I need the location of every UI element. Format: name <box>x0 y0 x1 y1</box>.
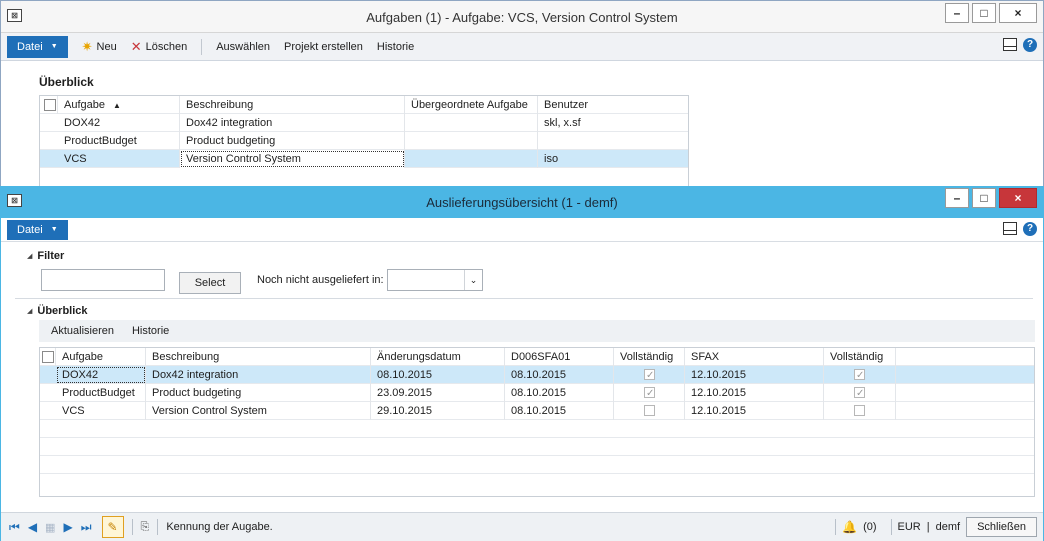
notification-bell-icon[interactable]: 🔔 <box>842 520 857 534</box>
column-header-aufgabe[interactable]: Aufgabe ▲ <box>58 96 180 114</box>
tasks-grid: Aufgabe ▲ Beschreibung Übergeordnete Aufg… <box>39 95 689 187</box>
table-row-selected[interactable]: DOX42 Dox42 integration 08.10.2015 08.10… <box>40 366 1034 384</box>
history-button[interactable]: Historie <box>132 325 169 337</box>
complete-checkbox[interactable] <box>854 367 865 384</box>
history-button[interactable]: Historie <box>377 41 414 53</box>
select-button[interactable]: Auswählen <box>216 41 270 53</box>
complete-checkbox[interactable] <box>644 385 655 402</box>
delivery-overview-window: ⊠ Auslieferungsübersicht (1 - demf) – □ … <box>0 186 1044 541</box>
table-row[interactable]: VCS Version Control System 29.10.2015 08… <box>40 402 1034 420</box>
chevron-down-icon: ▼ <box>50 225 58 233</box>
notification-count[interactable]: (0) <box>863 521 876 533</box>
select-all-checkbox[interactable] <box>44 99 56 111</box>
attachment-icon[interactable]: ⎘ <box>141 521 150 534</box>
delivery-titlebar[interactable]: ⊠ Auslieferungsübersicht (1 - demf) – □ … <box>1 186 1043 218</box>
filter-text-input[interactable] <box>41 269 165 291</box>
next-record-icon[interactable]: ▶ <box>63 520 72 534</box>
minimize-button[interactable]: – <box>945 3 969 23</box>
overview-section-title: Überblick <box>39 75 94 89</box>
column-header-d006sfa01[interactable]: D006SFA01 <box>505 348 614 366</box>
section-divider <box>15 298 1033 299</box>
not-delivered-combobox[interactable]: ⌄ <box>387 269 483 291</box>
not-delivered-label: Noch nicht ausgeliefert in: <box>257 274 384 286</box>
grid-header: Aufgabe ▲ Beschreibung Übergeordnete Aufg… <box>40 96 688 114</box>
first-record-icon[interactable]: ⏮ <box>9 520 20 535</box>
help-icon[interactable]: ? <box>1023 222 1037 236</box>
tasks-window-title: Aufgaben (1) - Aufgabe: VCS, Version Con… <box>366 10 678 25</box>
overview-action-bar: Aktualisieren Historie <box>39 320 1035 342</box>
delivery-toolbar: Datei ▼ ? <box>1 218 1043 242</box>
new-button[interactable]: ✷ Neu <box>82 39 117 55</box>
last-record-icon[interactable]: ⏭ <box>81 520 92 535</box>
close-button[interactable]: Schließen <box>966 517 1037 537</box>
delete-button[interactable]: ✕ Löschen <box>131 39 188 55</box>
select-all-checkbox[interactable] <box>42 351 54 363</box>
empty-row <box>40 438 1034 456</box>
maximize-button[interactable]: □ <box>972 188 996 208</box>
table-row[interactable]: ProductBudget Product budgeting <box>40 132 688 150</box>
status-bar: ⏮ ◀ ▦ ▶ ⏭ ✎ ⎘ Kennung der Augabe. 🔔 (0) … <box>1 512 1043 541</box>
delete-x-icon: ✕ <box>130 38 142 54</box>
complete-checkbox[interactable] <box>644 405 655 416</box>
close-window-button[interactable]: × <box>999 3 1037 23</box>
filter-group-header[interactable]: ◢ Filter <box>27 250 64 262</box>
create-project-button[interactable]: Projekt erstellen <box>284 41 363 53</box>
empty-row <box>40 420 1034 438</box>
complete-checkbox[interactable] <box>854 405 865 416</box>
column-header-parent[interactable]: Übergeordnete Aufgabe <box>405 96 538 114</box>
status-message: Kennung der Augabe. <box>166 521 273 533</box>
star-icon: ✷ <box>81 38 93 54</box>
overview-group-header[interactable]: ◢ Überblick <box>27 305 88 317</box>
table-row[interactable]: ProductBudget Product budgeting 23.09.20… <box>40 384 1034 402</box>
datei-menu-button[interactable]: Datei ▼ <box>7 219 68 240</box>
currency-indicator: EUR <box>897 521 921 533</box>
panel-toggle-icon[interactable] <box>1003 38 1017 51</box>
refresh-button[interactable]: Aktualisieren <box>51 325 114 337</box>
close-window-button[interactable]: × <box>999 188 1037 208</box>
column-header-benutzer[interactable]: Benutzer <box>538 96 688 114</box>
chevron-down-icon[interactable]: ⌄ <box>464 270 482 290</box>
column-header-beschreibung[interactable]: Beschreibung <box>146 348 371 366</box>
toolbar-divider <box>201 38 203 55</box>
empty-row <box>40 456 1034 474</box>
edit-pencil-icon[interactable]: ✎ <box>101 516 124 538</box>
column-header-aenderungsdatum[interactable]: Änderungsdatum <box>371 348 505 366</box>
delivery-window-title: Auslieferungsübersicht (1 - demf) <box>426 195 618 210</box>
complete-checkbox[interactable] <box>644 367 655 384</box>
maximize-button[interactable]: □ <box>972 3 996 23</box>
column-header-beschreibung[interactable]: Beschreibung <box>180 96 405 114</box>
tasks-titlebar[interactable]: ⊠ Aufgaben (1) - Aufgabe: VCS, Version C… <box>1 1 1043 33</box>
panel-toggle-icon[interactable] <box>1003 222 1017 235</box>
table-row-selected[interactable]: VCS Version Control System iso <box>40 150 688 168</box>
delivery-grid: Aufgabe Beschreibung Änderungsdatum D006… <box>39 347 1035 497</box>
column-header-aufgabe[interactable]: Aufgabe <box>56 348 146 366</box>
select-button[interactable]: Select <box>179 272 241 294</box>
previous-record-icon[interactable]: ◀ <box>28 520 37 534</box>
sort-ascending-icon: ▲ <box>112 101 121 110</box>
minimize-button[interactable]: – <box>945 188 969 208</box>
table-row[interactable]: DOX42 Dox42 integration skl, x.sf <box>40 114 688 132</box>
column-header-sfax[interactable]: SFAX <box>685 348 824 366</box>
help-icon[interactable]: ? <box>1023 38 1037 52</box>
grid-header: Aufgabe Beschreibung Änderungsdatum D006… <box>40 348 1034 366</box>
collapse-triangle-icon: ◢ <box>27 253 33 260</box>
chevron-down-icon: ▼ <box>50 42 58 50</box>
datei-menu-button[interactable]: Datei ▼ <box>7 35 68 58</box>
column-header-vollstaendig-1[interactable]: Vollständig <box>614 348 685 366</box>
tasks-toolbar: Datei ▼ ✷ Neu ✕ Löschen Auswählen Projekt… <box>1 33 1043 61</box>
company-indicator: demf <box>935 521 961 533</box>
column-header-vollstaendig-2[interactable]: Vollständig <box>824 348 896 366</box>
grid-view-icon[interactable]: ▦ <box>45 521 55 534</box>
collapse-triangle-icon: ◢ <box>27 308 33 315</box>
complete-checkbox[interactable] <box>854 385 865 402</box>
